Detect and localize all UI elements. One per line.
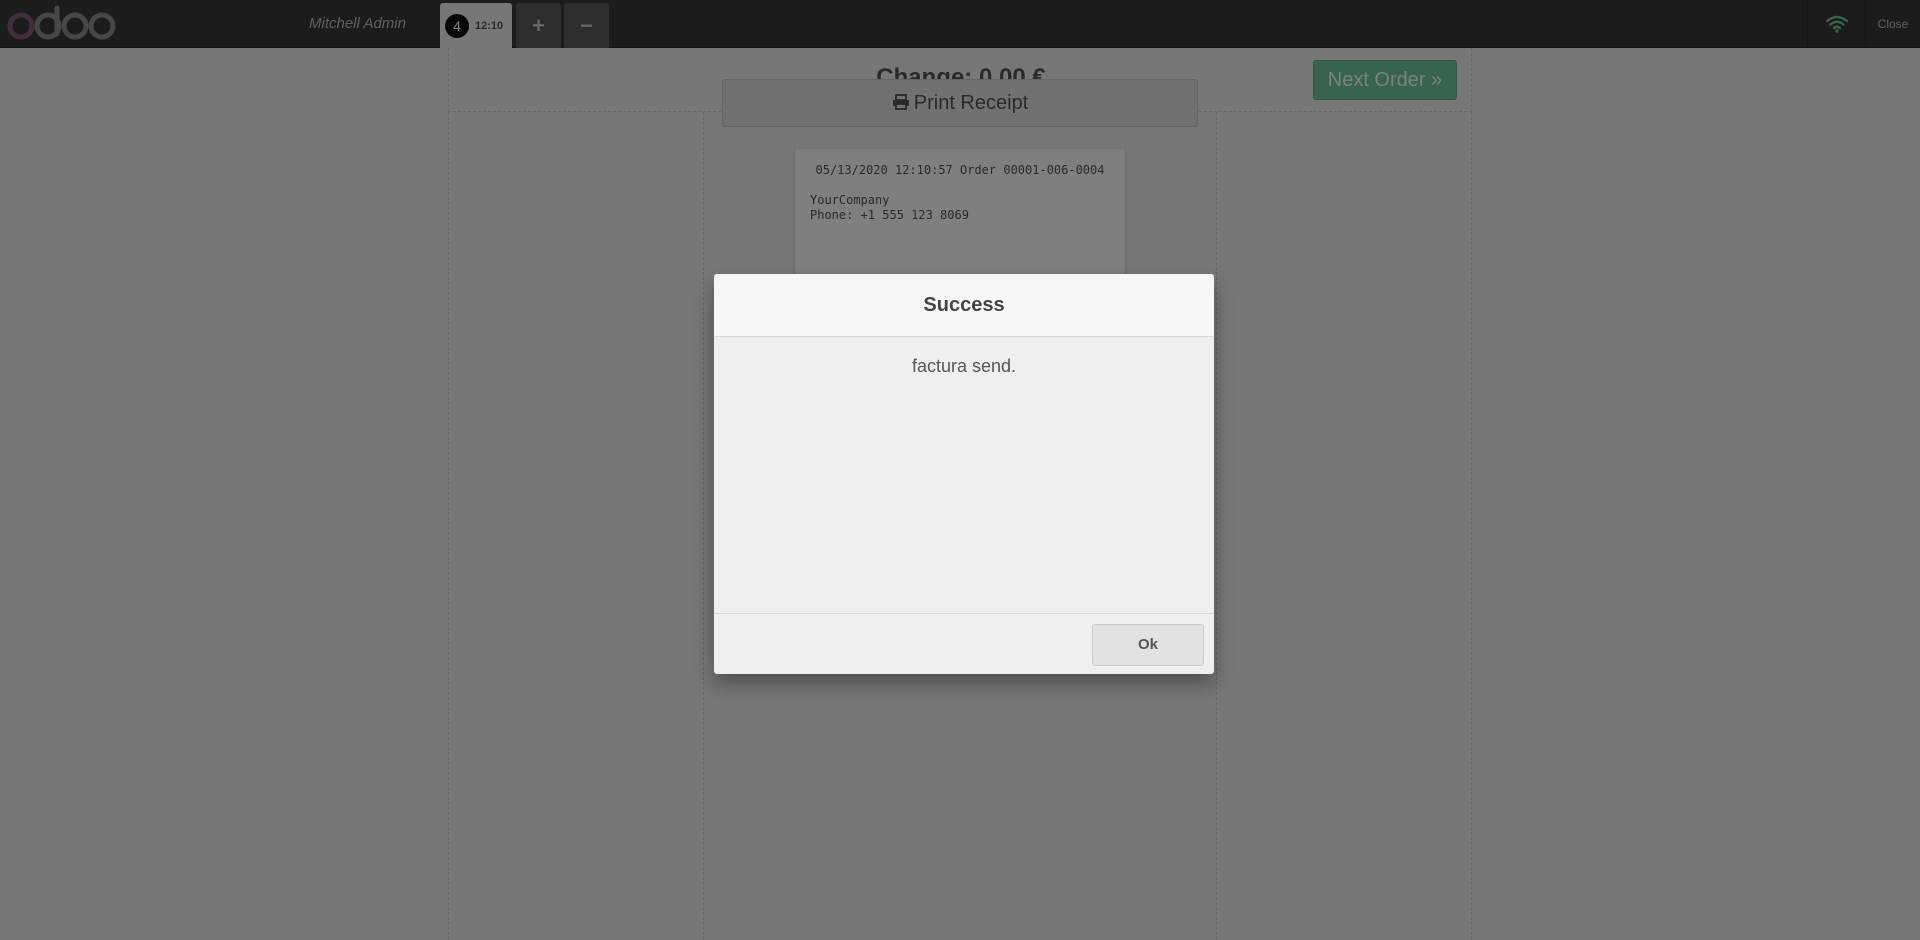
dialog-footer: Ok (714, 613, 1214, 674)
ok-button[interactable]: Ok (1092, 624, 1204, 666)
dialog-title: Success (714, 274, 1214, 337)
success-dialog: Success factura send. Ok (714, 274, 1214, 674)
dialog-message: factura send. (911, 356, 1017, 376)
